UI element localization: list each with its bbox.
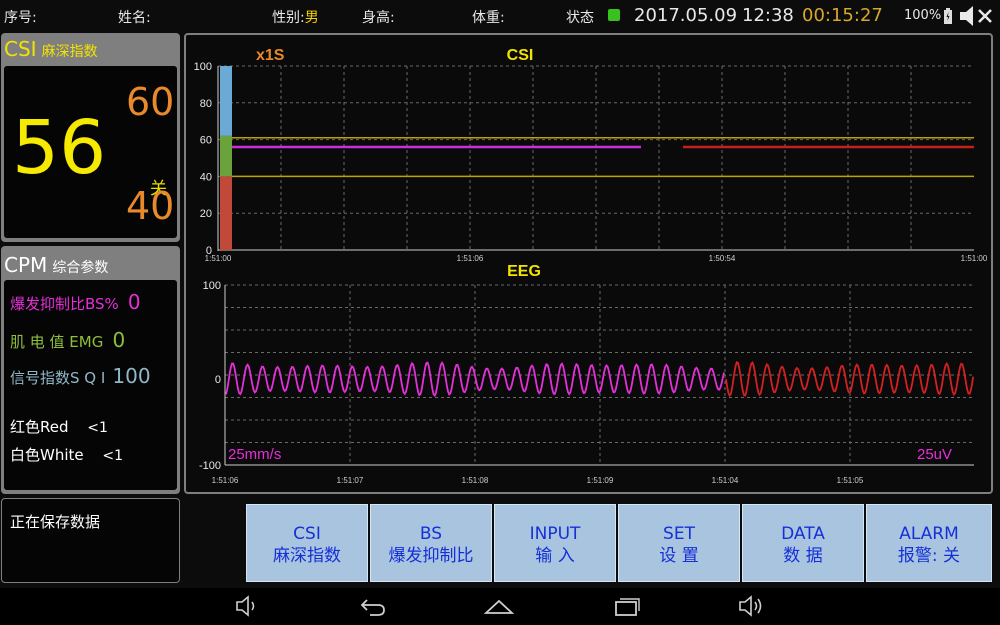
eeg-x-tick-label: 1:51:06: [212, 476, 239, 485]
mute-icon[interactable]: [958, 5, 996, 27]
white-row: 白色White <1: [10, 444, 123, 465]
eeg-y-tick-label: 100: [203, 280, 221, 292]
eeg-y-tick-label: -100: [199, 460, 221, 472]
elapsed-time: 00:15:27: [802, 5, 883, 26]
data-button[interactable]: DATA 数 据: [742, 504, 864, 582]
alarm-button-label-2: 报警: 关: [897, 546, 961, 566]
eeg-x-tick-label: 1:51:04: [712, 476, 739, 485]
csi-y-tick-label: 40: [200, 171, 212, 183]
red-value: <1: [87, 420, 108, 436]
bs-button[interactable]: BS 爆发抑制比: [370, 504, 492, 582]
white-label: 白色White: [10, 446, 84, 464]
height-label: 身高:: [362, 10, 395, 26]
status-bar: 序号: 姓名: 性别:男 身高: 体重: 状态 2017.05.09 12:38…: [0, 0, 1000, 32]
input-button-label-1: INPUT: [529, 524, 581, 544]
emg-value: 0: [112, 328, 126, 352]
current-date: 2017.05.09: [634, 5, 738, 26]
eeg-x-tick-label: 1:51:09: [587, 476, 614, 485]
recent-apps-icon[interactable]: [613, 594, 641, 618]
sqi-row: 信号指数S Q I 100: [10, 364, 151, 388]
alarm-button-label-1: ALARM: [899, 524, 959, 544]
csi-scale-bar-segment: [220, 176, 232, 250]
alarm-button[interactable]: ALARM 报警: 关: [866, 504, 992, 582]
eeg-chart-title: EEG: [507, 263, 541, 280]
cpm-panel[interactable]: CPM 综合参数 爆发抑制比BS% 0 肌 电 值 EMG 0 信号指数S Q …: [1, 246, 180, 494]
eeg-x-tick-label: 1:51:07: [337, 476, 364, 485]
bs-button-label-2: 爆发抑制比: [388, 546, 474, 566]
set-button[interactable]: SET 设 置: [618, 504, 740, 582]
gender-label: 性别:男: [272, 7, 319, 27]
current-time: 12:38: [742, 5, 794, 26]
csi-trend-chart[interactable]: 1008060402001:51:00 1:51:06 1:50:54 1:51:00…: [184, 33, 993, 263]
back-icon[interactable]: [359, 594, 387, 618]
volume-down-icon[interactable]: [235, 594, 261, 618]
system-nav-bar: [0, 588, 1000, 625]
status-indicator-icon: [608, 9, 620, 21]
eeg-sweep-speed: 25mm/s: [228, 446, 281, 463]
csi-panel-body: 56 60 关 40: [4, 66, 177, 238]
csi-chart-title: CSI: [507, 47, 534, 64]
status-label: 状态: [566, 10, 594, 26]
emg-row: 肌 电 值 EMG 0: [10, 328, 125, 352]
save-status-text: 正在保存数据: [10, 513, 101, 531]
csi-y-tick-label: 100: [194, 61, 212, 73]
csi-button-label-2: 麻深指数: [273, 546, 341, 566]
input-button-label-2: 输 入: [535, 546, 575, 566]
data-button-label-1: DATA: [781, 524, 825, 544]
cpm-panel-title: CPM 综合参数: [4, 253, 108, 277]
sqi-label: 信号指数S Q I: [10, 369, 106, 387]
volume-up-icon[interactable]: [738, 594, 766, 618]
csi-lower-limit: 40: [126, 184, 175, 228]
csi-panel[interactable]: CSI 麻深指数 56 60 关 40: [1, 33, 180, 242]
red-row: 红色Red <1: [10, 416, 108, 437]
eeg-amplitude: 25uV: [917, 446, 952, 463]
cpm-title-big: CPM: [4, 253, 48, 277]
white-value: <1: [102, 448, 124, 464]
csi-value: 56: [12, 105, 107, 191]
eeg-wave-current: [225, 361, 725, 398]
set-button-label-2: 设 置: [659, 546, 699, 566]
battery-level: 100%: [904, 8, 942, 23]
csi-y-tick-label: 60: [200, 135, 212, 147]
csi-y-tick-label: 80: [200, 98, 212, 110]
save-status-panel: 正在保存数据: [1, 498, 180, 583]
csi-title-small: 麻深指数: [41, 44, 98, 60]
gender-value: 男: [304, 10, 319, 26]
eeg-y-tick-label: 0: [215, 374, 221, 386]
csi-title-big: CSI: [4, 37, 37, 61]
home-icon[interactable]: [483, 594, 515, 618]
input-button[interactable]: INPUT 输 入: [494, 504, 616, 582]
bs-label: 爆发抑制比BS%: [10, 295, 119, 313]
eeg-x-tick-label: 1:51:08: [462, 476, 489, 485]
csi-y-tick-label: 20: [200, 208, 212, 220]
cpm-title-small: 综合参数: [52, 260, 109, 276]
bs-value: 0: [127, 290, 141, 314]
csi-panel-title: CSI 麻深指数: [4, 37, 98, 61]
name-label: 姓名:: [118, 10, 151, 26]
serial-label: 序号:: [4, 10, 37, 26]
csi-button-label-1: CSI: [293, 524, 321, 544]
csi-chart-speed: x1S: [256, 47, 285, 64]
cpm-panel-body: 爆发抑制比BS% 0 肌 电 值 EMG 0 信号指数S Q I 100 红色R…: [4, 280, 177, 490]
set-button-label-1: SET: [663, 524, 695, 544]
eeg-wave-previous: [725, 360, 975, 398]
bs-button-label-1: BS: [419, 524, 443, 544]
emg-label: 肌 电 值 EMG: [10, 333, 104, 351]
gender-label-text: 性别:: [272, 10, 305, 26]
red-label: 红色Red: [10, 418, 69, 436]
csi-scale-bar-segment: [220, 66, 232, 136]
csi-button[interactable]: CSI 麻深指数: [246, 504, 368, 582]
eeg-waveform-chart[interactable]: 100 0 -100 1:51:06 1:51:07 1:51:08 1:51:09 1:51…: [184, 252, 993, 492]
battery-icon: [944, 8, 952, 24]
bs-row: 爆发抑制比BS% 0: [10, 290, 141, 314]
weight-label: 体重:: [472, 10, 505, 26]
csi-upper-limit: 60: [126, 80, 175, 124]
data-button-label-2: 数 据: [783, 546, 823, 566]
eeg-x-tick-label: 1:51:05: [837, 476, 864, 485]
sqi-value: 100: [112, 364, 151, 388]
csi-scale-bar-segment: [220, 135, 232, 177]
